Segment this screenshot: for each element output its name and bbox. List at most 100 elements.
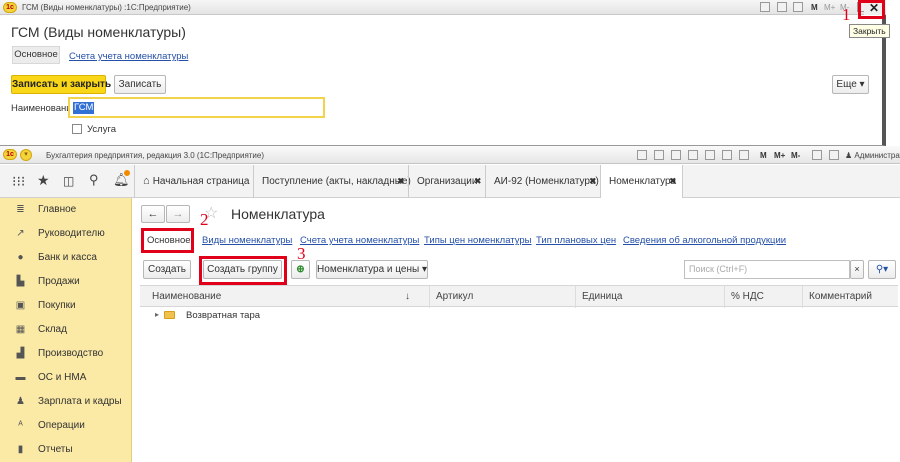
clear-search-icon[interactable]: × [850,260,864,279]
page-title: Номенклатура [231,206,325,222]
sort-arrow-icon[interactable]: ↓ [405,286,410,308]
history-icon[interactable]: ◫ [63,174,74,188]
annotation-number-1: 1 [842,5,851,24]
tb-icon-1[interactable] [637,150,647,160]
tab-nomenclature-label: Номенклатура [609,176,677,187]
service-label: Услуга [87,124,116,135]
bag-icon: ▙ [16,276,25,287]
sidebar-item-assets[interactable]: ▬ ОС и НМА [0,366,132,390]
person-icon: ♟ [16,396,25,407]
table-header: Наименование ↓ Артикул Единица % НДС Ком… [140,285,898,308]
sidebar-item-label: Производство [38,348,104,359]
sidebar-item-label: Зарплата и кадры [38,396,122,407]
tb-icon-6[interactable] [722,150,732,160]
tab-receipts[interactable]: Поступление (акты, накладные) ✖ [253,165,411,198]
tab-home[interactable]: ⌂ Начальная страница [134,165,253,198]
tab-close-icon[interactable]: ✖ [397,165,405,198]
nav-link-price-types[interactable]: Типы цен номенклатуры [424,235,532,246]
sidebar-item-label: Руководителю [38,228,105,239]
main-menu-icon[interactable]: ▾ [20,149,32,161]
sidebar-item-reports[interactable]: ▮ Отчеты [0,438,132,462]
sidebar-item-label: Отчеты [38,444,73,455]
name-field-selected-text: ГСМ [73,102,95,114]
search-icon[interactable]: ⚲ [89,173,99,187]
app-logo-icon: 1c [3,149,17,160]
apps-grid-icon[interactable]: ⁝⁝⁝ [12,174,25,188]
column-article[interactable]: Артикул [429,286,473,308]
tab-home-label: Начальная страница [152,176,250,187]
memory-plus-icon[interactable]: M+ [824,3,835,12]
sidebar-item-purchases[interactable]: ▣ Покупки [0,294,132,318]
tab-close-icon[interactable]: ✖ [589,165,597,198]
nav-link-accounts[interactable]: Счета учета номенклатуры [300,235,419,246]
tb-icon-2[interactable] [654,150,664,160]
annotation-box-1 [858,0,885,19]
name-field[interactable]: ГСМ [68,97,325,118]
create-button[interactable]: Создать [143,260,191,279]
memory-minus-icon[interactable]: M- [791,151,800,160]
tb-icon-4[interactable] [688,150,698,160]
main-window-titlebar: 1c ▾ Бухгалтерия предприятия, редакция 3… [0,146,900,164]
expand-arrow-icon[interactable]: ▸ [155,310,159,319]
user-label: ♟ Администрат [845,151,900,160]
nomenclature-prices-button[interactable]: Номенклатура и цены ▾ [316,260,428,279]
tools-and-tabs-bar: ⁝⁝⁝ ★ ◫ ⚲ 🔔︎ ⌂ Начальная страница Поступ… [0,165,900,198]
service-checkbox[interactable] [72,124,82,134]
sidebar-item-warehouse[interactable]: ▦ Склад [0,318,132,342]
save-button[interactable]: Записать [114,75,166,94]
favorites-star-icon[interactable]: ★ [37,173,50,187]
main-window-title: Бухгалтерия предприятия, редакция 3.0 (1… [46,151,265,160]
tab-main[interactable]: Основное [12,46,60,64]
column-unit[interactable]: Единица [575,286,623,308]
notification-dot [124,170,130,176]
app-logo-icon: 1c [3,2,17,13]
memory-m-icon[interactable]: M [811,3,818,12]
tab-close-icon[interactable]: ✖ [474,165,482,198]
column-comment[interactable]: Комментарий [802,286,872,308]
tab-close-icon[interactable]: ✖ [669,165,677,198]
tb-icon-7[interactable] [739,150,749,160]
bar-chart-icon: ▮ [17,444,24,455]
sidebar-item-manager[interactable]: ↗ Руководителю [0,222,132,246]
tab-ai92[interactable]: АИ-92 (Номенклатура) ✖ [485,165,600,198]
search-dropdown-icon[interactable]: ⚲▾ [868,260,896,279]
save-and-close-button[interactable]: Записать и закрыть [11,75,111,94]
factory-icon: ▟ [16,348,25,359]
sidebar-item-sales[interactable]: ▙ Продажи [0,270,132,294]
dt-kt-icon: ᴬ [18,420,23,431]
memory-plus-icon[interactable]: M+ [774,151,785,160]
info-icon[interactable] [829,150,839,160]
column-vat[interactable]: % НДС [724,286,764,308]
sidebar-item-bank[interactable]: ● Банк и касса [0,246,132,270]
sidebar-item-label: Операции [38,420,85,431]
tb-icon-3[interactable] [671,150,681,160]
forward-button[interactable]: → [166,205,190,223]
tab-accounts[interactable]: Счета учета номенклатуры [69,51,188,62]
sidebar-item-payroll[interactable]: ♟ Зарплата и кадры [0,390,132,414]
print-icon[interactable] [760,2,770,12]
sidebar-item-operations[interactable]: ᴬ Операции [0,414,132,438]
tab-nomenclature[interactable]: Номенклатура ✖ [600,165,683,198]
copy-icon[interactable]: ⊕ [291,260,310,279]
tab-organizations[interactable]: Организации ✖ [408,165,485,198]
nav-link-alcohol[interactable]: Сведения об алкогольной продукции [623,235,786,246]
search-input[interactable]: Поиск (Ctrl+F) [684,260,850,279]
item-kind-window: 1c ГСМ (Виды номенклатуры) :1С:Предприят… [0,0,890,146]
calendar-icon[interactable] [793,2,803,12]
column-name[interactable]: Наименование [140,286,221,308]
sidebar-item-main[interactable]: ≣ Главное [0,198,132,222]
sidebar-item-label: Банк и касса [38,252,97,263]
tab-receipts-label: Поступление (акты, накладные) [262,176,411,187]
memory-m-icon[interactable]: M [760,151,767,160]
back-button[interactable]: ← [141,205,165,223]
close-tooltip: Закрыть [849,24,890,38]
nav-link-planned-price[interactable]: Тип плановых цен [536,235,616,246]
zoom-icon[interactable] [812,150,822,160]
annotation-box-3 [199,256,287,285]
tb-icon-5[interactable] [705,150,715,160]
sidebar-item-production[interactable]: ▟ Производство [0,342,132,366]
nav-link-item-kinds[interactable]: Виды номенклатуры [202,235,292,246]
more-button[interactable]: Еще ▾ [832,75,869,94]
save-icon[interactable] [777,2,787,12]
table-row[interactable]: ▸ Возвратная тара [140,307,898,325]
